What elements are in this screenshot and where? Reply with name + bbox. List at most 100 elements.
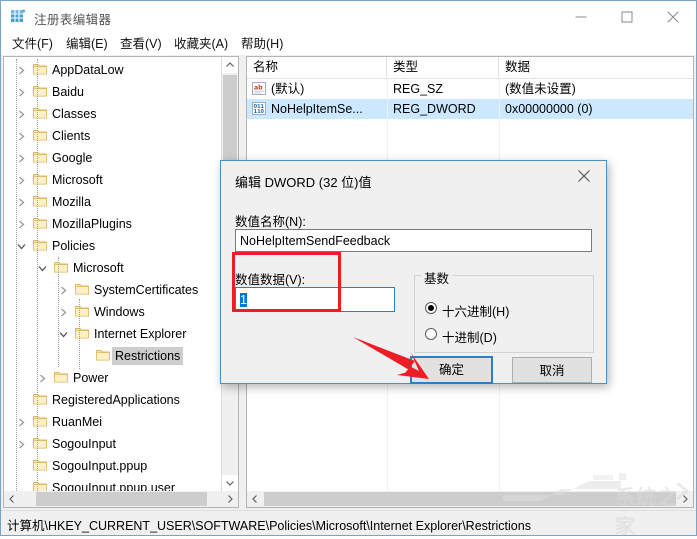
folder-icon <box>33 107 47 119</box>
chevron-down-icon[interactable] <box>37 263 48 274</box>
registry-editor-window: 注册表编辑器 文件(F) 编辑(E) 查看(V) 收藏夹(A) 帮助(H) AppDat… <box>0 0 697 538</box>
folder-icon <box>75 327 89 339</box>
tree-hscroll-thumb[interactable] <box>36 492 207 506</box>
tree-scroll-right-arrow[interactable] <box>222 491 238 507</box>
folder-icon <box>54 261 68 273</box>
values-column-header[interactable]: 名称 类型 数据 <box>247 57 693 79</box>
menu-item-3[interactable]: 收藏夹(A) <box>171 36 231 53</box>
chevron-right-icon[interactable] <box>16 87 27 98</box>
window-title: 注册表编辑器 <box>34 13 112 27</box>
menu-item-2[interactable]: 查看(V) <box>117 36 165 53</box>
radio-hexadecimal-label: 十六进制(H) <box>442 305 510 319</box>
folder-icon <box>33 195 47 207</box>
chevron-right-icon[interactable] <box>16 109 27 120</box>
value-name-input[interactable]: NoHelpItemSendFeedback <box>235 229 592 252</box>
folder-icon <box>33 217 47 229</box>
chevron-down-icon[interactable] <box>16 241 27 252</box>
tree-horizontal-scrollbar[interactable] <box>4 491 238 507</box>
tree-item-label: Internet Explorer <box>94 327 187 341</box>
chevron-right-icon[interactable] <box>16 197 27 208</box>
ok-button[interactable]: 确定 <box>410 356 493 384</box>
tree-item-label: SystemCertificates <box>94 283 199 297</box>
column-header-1[interactable]: 类型 <box>387 57 499 77</box>
registry-tree-pane[interactable]: AppDataLow Baidu Classes Clients Google Micro… <box>3 56 239 508</box>
folder-icon <box>54 371 68 383</box>
tree-item-label: Mozilla <box>52 195 91 209</box>
chevron-right-icon[interactable] <box>58 285 69 296</box>
cell-type: REG_DWORD <box>393 102 476 116</box>
chevron-right-icon[interactable] <box>16 439 27 450</box>
radio-decimal-label: 十进制(D) <box>442 331 497 345</box>
base-groupbox-label: 基数 <box>421 268 453 287</box>
chevron-right-icon[interactable] <box>37 373 48 384</box>
values-horizontal-scrollbar[interactable] <box>247 491 693 507</box>
cell-name: NoHelpItemSe... <box>271 102 363 116</box>
cell-data: 0x00000000 (0) <box>505 102 593 116</box>
folder-icon <box>75 283 89 295</box>
dword-value-icon: 011 110 <box>252 102 266 115</box>
tree-scroll-down-arrow[interactable] <box>222 475 238 491</box>
menu-item-4[interactable]: 帮助(H) <box>238 36 286 53</box>
maximize-button[interactable] <box>604 1 650 32</box>
folder-icon <box>33 85 47 97</box>
minimize-button[interactable] <box>558 1 604 32</box>
tree-item-label: Classes <box>52 107 97 121</box>
table-row[interactable]: 011 110 NoHelpItemSe... REG_DWORD 0x00000000… <box>247 99 693 119</box>
tree-item-label: Power <box>73 371 109 385</box>
chevron-down-icon[interactable] <box>58 329 69 340</box>
svg-text:110: 110 <box>254 109 265 115</box>
chevron-right-icon[interactable] <box>16 131 27 142</box>
chevron-right-icon[interactable] <box>16 219 27 230</box>
chevron-right-icon[interactable] <box>16 65 27 76</box>
svg-text:ab: ab <box>254 84 263 91</box>
chevron-right-icon[interactable] <box>16 153 27 164</box>
values-scroll-left-arrow[interactable] <box>247 491 263 507</box>
folder-icon <box>33 415 47 427</box>
tree-item-label: SogouInput.ppup <box>52 459 148 473</box>
value-data-input[interactable]: 1 <box>235 287 395 312</box>
column-header-2[interactable]: 数据 <box>499 57 693 77</box>
tree-item-label: Google <box>52 151 93 165</box>
radio-decimal[interactable]: 十进制(D) <box>425 327 575 345</box>
menu-item-1[interactable]: 编辑(E) <box>63 36 111 53</box>
radio-hexadecimal[interactable]: 十六进制(H) <box>425 301 575 319</box>
dialog-close-button[interactable] <box>562 161 606 191</box>
tree-item-label: AppDataLow <box>52 63 124 77</box>
tree-scroll-up-arrow[interactable] <box>222 57 238 73</box>
tree-item-label: SogouInput <box>52 437 116 451</box>
value-data-text: 1 <box>240 293 247 307</box>
close-button[interactable] <box>650 1 696 32</box>
folder-icon <box>33 63 47 75</box>
chevron-right-icon[interactable] <box>58 307 69 318</box>
tree-scroll-left-arrow[interactable] <box>4 491 20 507</box>
cell-name: (默认) <box>271 82 305 96</box>
value-name-label: 数值名称(N): <box>235 215 306 229</box>
folder-icon <box>33 173 47 185</box>
folder-icon <box>96 349 110 361</box>
registry-tree[interactable]: AppDataLow Baidu Classes Clients Google Micro… <box>4 59 222 507</box>
chevron-right-icon[interactable] <box>16 417 27 428</box>
menu-bar: 文件(F) 编辑(E) 查看(V) 收藏夹(A) 帮助(H) <box>1 33 696 55</box>
tree-guide-3 <box>79 299 80 369</box>
radio-decimal-dot <box>425 328 437 340</box>
cancel-button[interactable]: 取消 <box>512 357 592 383</box>
dialog-title: 编辑 DWORD (32 位)值 <box>235 175 372 190</box>
values-hscroll-thumb[interactable] <box>264 492 676 506</box>
tree-item-label: Baidu <box>52 85 84 99</box>
tree-item-label: Clients <box>52 129 91 143</box>
menu-item-0[interactable]: 文件(F) <box>9 36 56 53</box>
folder-icon <box>33 151 47 163</box>
tree-item-label: RuanMei <box>52 415 103 429</box>
radio-hexadecimal-dot <box>425 302 437 314</box>
table-row[interactable]: ab (默认) REG_SZ (数值未设置) <box>247 79 693 99</box>
tree-guide-0 <box>16 59 17 507</box>
chevron-right-icon[interactable] <box>16 175 27 186</box>
tree-item-label: Windows <box>94 305 145 319</box>
registry-editor-icon <box>11 9 26 24</box>
tree-item-label: Microsoft <box>73 261 124 275</box>
folder-icon <box>33 129 47 141</box>
values-scroll-right-arrow[interactable] <box>677 491 693 507</box>
column-header-0[interactable]: 名称 <box>247 57 387 77</box>
tree-guide-2 <box>58 257 59 367</box>
folder-icon <box>33 239 47 251</box>
